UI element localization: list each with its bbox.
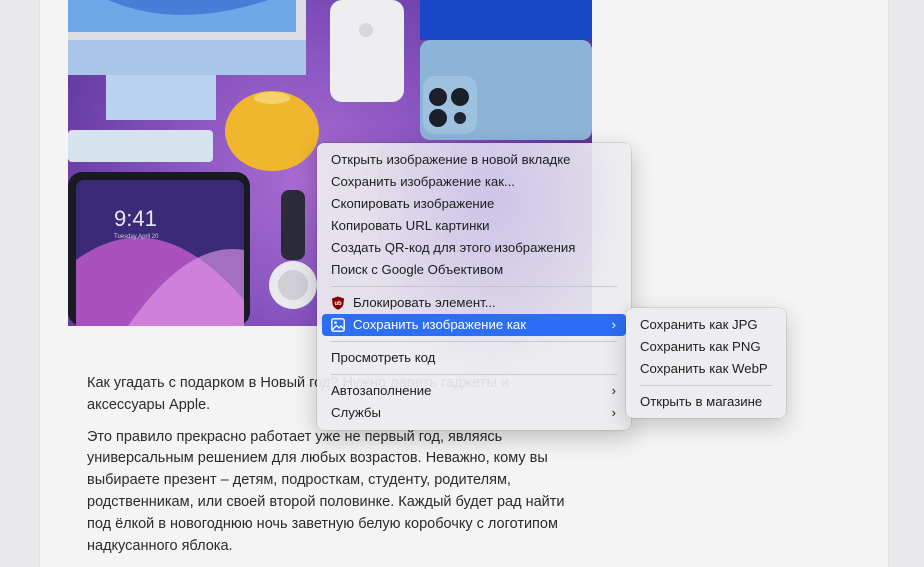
imac-stand <box>106 75 216 120</box>
chevron-right-icon: › <box>611 405 616 420</box>
ipad-clock-time: 9:41 <box>114 206 157 231</box>
submenu-item-save-webp[interactable]: Сохранить как WebP <box>631 358 781 380</box>
menu-item-inspect[interactable]: Просмотреть код <box>322 347 626 369</box>
save-as-submenu: Сохранить как JPG Сохранить как PNG Сохр… <box>626 308 786 418</box>
iphone-box <box>420 0 592 40</box>
submenu-item-save-png[interactable]: Сохранить как PNG <box>631 336 781 358</box>
ublock-shield-icon: ub <box>332 296 344 310</box>
airtag-loop <box>281 190 305 260</box>
menu-item-google-lens[interactable]: Поиск с Google Объективом <box>322 259 626 281</box>
submenu-item-save-jpg[interactable]: Сохранить как JPG <box>631 314 781 336</box>
svg-text:ub: ub <box>334 301 342 307</box>
menu-item-open-image-new-tab[interactable]: Открыть изображение в новой вкладке <box>322 149 626 171</box>
apple-logo-mark <box>359 23 373 37</box>
camera-module <box>423 76 477 134</box>
menu-item-services[interactable]: Службы › <box>322 402 626 424</box>
menu-item-copy-image-url[interactable]: Копировать URL картинки <box>322 215 626 237</box>
magsafe-battery <box>330 0 404 102</box>
menu-separator <box>331 374 617 375</box>
imac-chin <box>68 40 306 75</box>
menu-item-save-image-as-format[interactable]: Сохранить изображение как › <box>322 314 626 336</box>
ipad-clock-date: Tuesday April 20 <box>114 234 159 240</box>
submenu-item-open-in-store[interactable]: Открыть в магазине <box>631 391 781 413</box>
image-icon <box>331 318 345 332</box>
menu-item-save-image-as[interactable]: Сохранить изображение как... <box>322 171 626 193</box>
menu-item-block-element[interactable]: ub Блокировать элемент... <box>322 292 626 314</box>
menu-item-copy-image[interactable]: Скопировать изображение <box>322 193 626 215</box>
menu-separator <box>331 341 617 342</box>
menu-item-autofill[interactable]: Автозаполнение › <box>322 380 626 402</box>
chevron-right-icon: › <box>611 383 616 398</box>
context-menu: Открыть изображение в новой вкладке Сохр… <box>317 143 631 430</box>
submenu-separator <box>640 385 772 386</box>
menu-item-create-qr-code[interactable]: Создать QR-код для этого изображения <box>322 237 626 259</box>
keyboard <box>68 130 213 162</box>
menu-separator <box>331 286 617 287</box>
article-paragraph-2: Это правило прекрасно работает уже не пе… <box>87 428 565 554</box>
chevron-right-icon: › <box>611 317 616 332</box>
